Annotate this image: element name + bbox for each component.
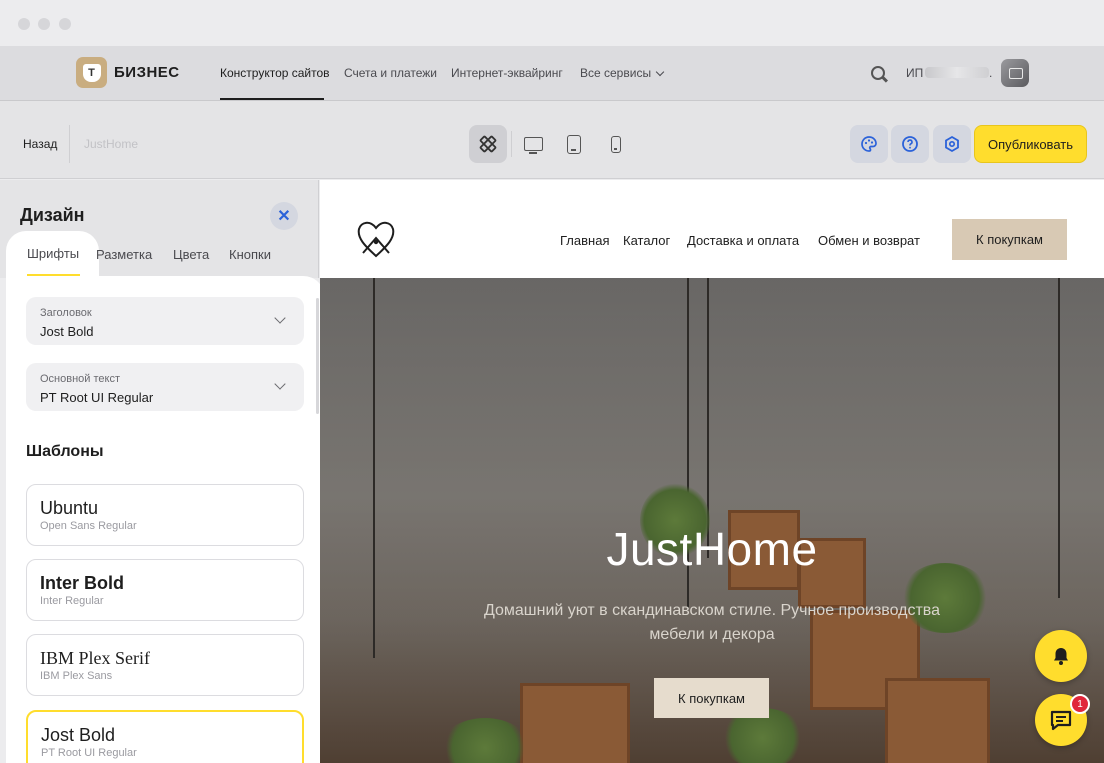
site-name: JustHome bbox=[84, 137, 139, 151]
body-font-value: PT Root UI Regular bbox=[40, 390, 154, 405]
site-logo-icon[interactable] bbox=[355, 218, 397, 260]
publish-button[interactable]: Опубликовать bbox=[974, 125, 1087, 163]
chevron-down-icon bbox=[655, 67, 665, 77]
site-nav-catalog[interactable]: Каталог bbox=[623, 233, 670, 248]
template-name: Ubuntu bbox=[40, 498, 99, 518]
template-card-ibm-plex[interactable]: IBM Plex Serif IBM Plex Sans bbox=[26, 634, 304, 696]
help-button[interactable] bbox=[891, 125, 929, 163]
chat-unread-badge: 1 bbox=[1070, 694, 1090, 714]
user-suffix: . bbox=[989, 66, 993, 80]
site-nav-delivery[interactable]: Доставка и оплата bbox=[687, 233, 799, 248]
decor-plant bbox=[440, 718, 530, 763]
top-navigation: Т БИЗНЕС Конструктор сайтов Счета и плат… bbox=[0, 46, 1104, 101]
nav-link-all-services[interactable]: Все сервисы bbox=[580, 66, 665, 80]
user-prefix[interactable]: ИП bbox=[906, 66, 923, 80]
template-name: Jost Bold bbox=[41, 725, 116, 745]
design-tools-icon bbox=[479, 135, 497, 153]
settings-button[interactable] bbox=[933, 125, 971, 163]
tab-colors[interactable]: Цвета bbox=[173, 247, 209, 262]
panel-title: Дизайн bbox=[20, 205, 85, 225]
window-titlebar bbox=[0, 0, 1104, 46]
logo-glyph: Т bbox=[82, 63, 101, 82]
window-close-dot[interactable] bbox=[18, 18, 30, 30]
template-sub: IBM Plex Sans bbox=[40, 670, 113, 682]
body-font-select[interactable]: Основной текст PT Root UI Regular bbox=[26, 363, 304, 411]
nav-active-underline bbox=[220, 98, 324, 100]
decor-cord bbox=[373, 278, 375, 658]
panel-scrollbar[interactable] bbox=[316, 298, 319, 414]
desktop-icon bbox=[523, 137, 543, 154]
nav-link-site-builder[interactable]: Конструктор сайтов bbox=[220, 66, 330, 80]
heading-font-label: Заголовок bbox=[40, 307, 92, 319]
chevron-down-icon bbox=[274, 312, 286, 324]
heading-font-select[interactable]: Заголовок Jost Bold bbox=[26, 297, 304, 345]
site-preview: Главная Каталог Доставка и оплата Обмен … bbox=[320, 180, 1104, 763]
search-icon[interactable] bbox=[871, 66, 885, 80]
hero-section: JustHome Домашний уют в скандинавском ст… bbox=[320, 278, 1104, 763]
template-card-ubuntu[interactable]: Ubuntu Open Sans Regular bbox=[26, 484, 304, 546]
hero-subtitle: Домашний уют в скандинавском стиле. Ручн… bbox=[483, 602, 941, 643]
design-panel-body: Заголовок Jost Bold Основной текст PT Ro… bbox=[6, 276, 325, 763]
template-name: IBM Plex Serif bbox=[40, 648, 150, 668]
mobile-view-button[interactable] bbox=[597, 125, 635, 163]
user-name-blurred[interactable] bbox=[925, 67, 989, 78]
editor-toolbar: Назад JustHome Опубликовать bbox=[0, 101, 1104, 179]
design-tools-button[interactable] bbox=[469, 125, 507, 163]
toolbar-divider bbox=[69, 125, 70, 163]
palette-button[interactable] bbox=[850, 125, 888, 163]
nav-link-acquiring[interactable]: Интернет-эквайринг bbox=[451, 66, 563, 80]
nav-all-services-label: Все сервисы bbox=[580, 66, 652, 80]
template-sub: Inter Regular bbox=[40, 595, 104, 607]
palette-icon bbox=[861, 136, 877, 152]
close-icon[interactable]: ✕ bbox=[270, 202, 298, 230]
chat-icon bbox=[1050, 710, 1072, 731]
hero-cta-button[interactable]: К покупкам bbox=[654, 678, 769, 718]
avatar[interactable] bbox=[1001, 59, 1029, 87]
templates-heading: Шаблоны bbox=[26, 443, 104, 460]
template-card-inter[interactable]: Inter Bold Inter Regular bbox=[26, 559, 304, 621]
template-name: Inter Bold bbox=[40, 573, 124, 593]
site-nav-home[interactable]: Главная bbox=[560, 233, 609, 248]
decor-shelf bbox=[520, 683, 630, 763]
toolbar-divider-2 bbox=[511, 131, 512, 157]
tablet-icon bbox=[567, 134, 581, 154]
heading-font-value: Jost Bold bbox=[40, 324, 94, 339]
phone-icon bbox=[611, 135, 621, 153]
settings-hex-icon bbox=[945, 135, 959, 153]
nav-link-invoices[interactable]: Счета и платежи bbox=[344, 66, 437, 80]
template-sub: PT Root UI Regular bbox=[41, 747, 137, 759]
notifications-button[interactable] bbox=[1035, 630, 1087, 682]
back-button[interactable]: Назад bbox=[23, 137, 57, 151]
template-card-jost[interactable]: Jost Bold PT Root UI Regular bbox=[26, 710, 304, 763]
decor-shelf bbox=[885, 678, 990, 763]
logo-icon[interactable]: Т bbox=[76, 57, 107, 88]
help-icon bbox=[902, 136, 918, 152]
logo-text[interactable]: БИЗНЕС bbox=[114, 64, 180, 81]
site-header-cta-button[interactable]: К покупкам bbox=[952, 219, 1067, 260]
window-zoom-dot[interactable] bbox=[59, 18, 71, 30]
desktop-view-button[interactable] bbox=[514, 125, 552, 163]
hero-title: JustHome bbox=[606, 523, 818, 575]
tablet-view-button[interactable] bbox=[555, 125, 593, 163]
window-minimize-dot[interactable] bbox=[38, 18, 50, 30]
site-header: Главная Каталог Доставка и оплата Обмен … bbox=[320, 180, 1104, 278]
bell-icon bbox=[1054, 648, 1068, 665]
site-nav-returns[interactable]: Обмен и возврат bbox=[818, 233, 920, 248]
tab-buttons[interactable]: Кнопки bbox=[229, 247, 271, 262]
chevron-down-icon bbox=[274, 378, 286, 390]
tab-layout[interactable]: Разметка bbox=[96, 247, 152, 262]
tab-fonts[interactable]: Шрифты bbox=[27, 246, 79, 261]
template-sub: Open Sans Regular bbox=[40, 520, 137, 532]
body-font-label: Основной текст bbox=[40, 373, 120, 385]
